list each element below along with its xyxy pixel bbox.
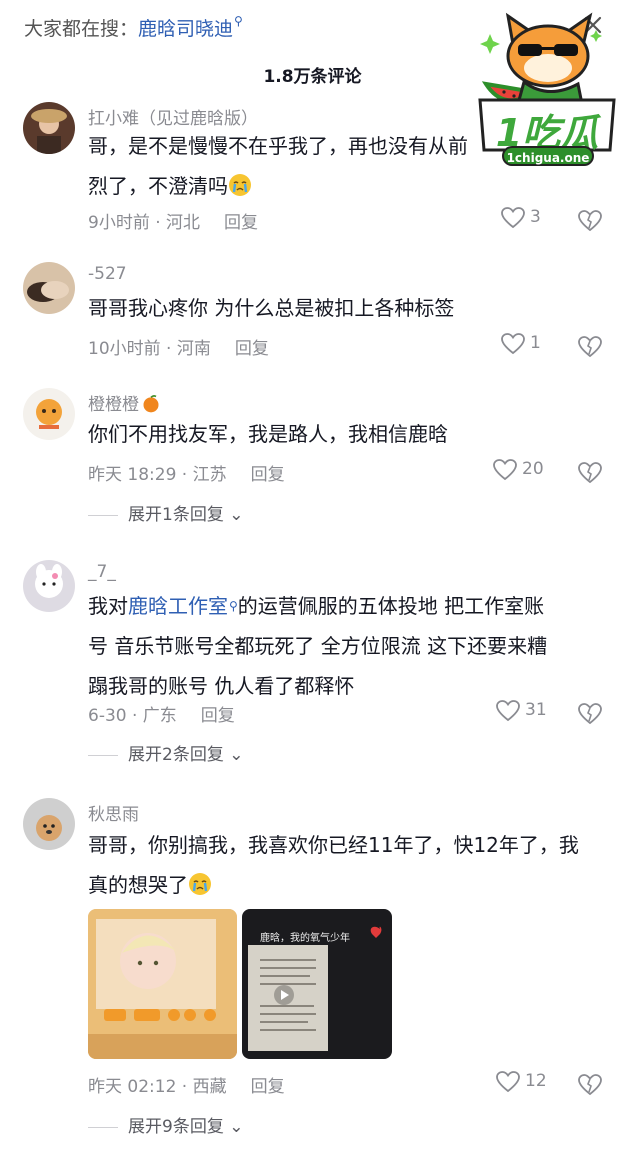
search-icon: ⚲ [234,14,243,28]
avatar[interactable] [23,388,75,440]
chevron-down-icon: ⌄ [223,745,244,765]
comment-text-line: 号 音乐节账号全都玩死了 全方位限流 这下还要来糟 [88,634,548,658]
comment-text: 你们不用找友军，我是路人，我相信鹿晗 [88,414,608,454]
comment-text-line: 哥哥我心疼你 为什么总是被扣上各种标签 [88,296,455,320]
dislike-icon[interactable] [576,332,604,360]
comment-text-rest: 的运营佩服的五体投地 把工作室账 [237,594,545,618]
time-location: 昨天 02:12 · 西藏 [88,1077,227,1097]
search-prefix: 大家都在搜： [24,18,139,40]
like-button[interactable]: 3 [500,204,560,232]
reply-button[interactable]: 回复 [224,213,258,233]
comment-meta: 10小时前 · 河南 回复 [88,334,269,359]
like-button[interactable]: 1 [500,330,560,358]
comment-image[interactable] [88,909,237,1059]
comment-text-line: 哥哥，你别搞我，我喜欢你已经11年了，快12年了，我 [88,833,579,857]
crying-emoji-icon [189,873,211,895]
avatar[interactable] [23,798,75,850]
time-location: 6-30 · 广东 [88,706,177,726]
reply-button[interactable]: 回复 [251,1077,285,1097]
comment-image[interactable]: 鹿晗，我的氧气少年 [242,909,392,1059]
reply-button[interactable]: 回复 [201,706,235,726]
comment-username[interactable]: _7_ [88,562,116,582]
dislike-icon[interactable] [576,699,604,727]
expand-label: 展开9条回复 [128,1117,224,1137]
comment-meta: 9小时前 · 河北 回复 [88,208,258,233]
comment-username[interactable]: 秋思雨 [88,800,139,825]
comment-meta: 昨天 18:29 · 江苏 回复 [88,460,285,485]
like-button[interactable]: 20 [492,456,552,484]
heart-icon [496,700,520,722]
orange-emoji-icon [143,395,159,413]
like-button[interactable]: 12 [495,1068,555,1096]
search-icon: ⚲ [229,599,238,613]
time-location: 9小时前 · 河北 [88,213,201,233]
comment-text: 哥哥，你别搞我，我喜欢你已经11年了，快12年了，我 真的想哭了 [88,825,608,905]
username-text: 橙橙橙 [88,395,139,415]
crying-emoji-icon [229,174,251,196]
comment-text-prefix: 我对 [88,594,128,618]
comment-meta: 昨天 02:12 · 西藏 回复 [88,1072,285,1097]
like-button[interactable]: 31 [495,697,555,725]
site-watermark-logo: 1吃瓜 1chigua.one [474,4,620,172]
expand-label: 展开1条回复 [128,505,224,525]
chevron-down-icon: ⌄ [223,505,244,525]
divider [88,1126,118,1128]
dislike-icon[interactable] [576,458,604,486]
like-count: 3 [530,207,541,227]
like-count: 12 [525,1071,547,1091]
comment-text: 哥哥我心疼你 为什么总是被扣上各种标签 [88,288,608,328]
comment-text-line: 你们不用找友军，我是路人，我相信鹿晗 [88,422,448,446]
search-suggestion[interactable]: 大家都在搜：鹿晗司晓迪⚲ [24,14,243,41]
heart-icon [493,459,517,481]
expand-label: 展开2条回复 [128,745,224,765]
divider [88,754,118,756]
reply-button[interactable]: 回复 [251,465,285,485]
comment-text: 我对鹿晗工作室⚲的运营佩服的五体投地 把工作室账 号 音乐节账号全都玩死了 全方… [88,586,608,706]
comment-text-line: 真的想哭了 [88,873,188,897]
comment-text-line: 烈了，不澄清吗 [88,174,228,198]
avatar[interactable] [23,262,75,314]
reply-button[interactable]: 回复 [235,339,269,359]
like-count: 31 [525,700,547,720]
expand-replies-button[interactable]: 展开9条回复 ⌄ [88,1112,243,1137]
dislike-icon[interactable] [576,1070,604,1098]
image-caption: 鹿晗，我的氧气少年 [260,933,350,944]
chevron-down-icon: ⌄ [223,1117,244,1137]
avatar[interactable] [23,560,75,612]
divider [88,514,118,516]
heart-icon [501,207,525,229]
expand-replies-button[interactable]: 展开2条回复 ⌄ [88,740,243,765]
avatar[interactable] [23,102,75,154]
time-location: 昨天 18:29 · 江苏 [88,465,227,485]
comment-username[interactable]: 橙橙橙 [88,390,161,415]
comment-username[interactable]: -527 [88,264,127,284]
time-location: 10小时前 · 河南 [88,339,211,359]
comment-meta: 6-30 · 广东 回复 [88,701,235,726]
dislike-icon[interactable] [576,206,604,234]
watermark-url-text: 1chigua.one [502,146,594,166]
like-count: 20 [522,459,544,479]
heart-icon [496,1071,520,1093]
heart-icon [501,333,525,355]
mention-link[interactable]: 鹿晗工作室 [128,594,228,618]
expand-replies-button[interactable]: 展开1条回复 ⌄ [88,500,243,525]
search-keyword[interactable]: 鹿晗司晓迪 [138,18,233,40]
like-count: 1 [530,333,541,353]
